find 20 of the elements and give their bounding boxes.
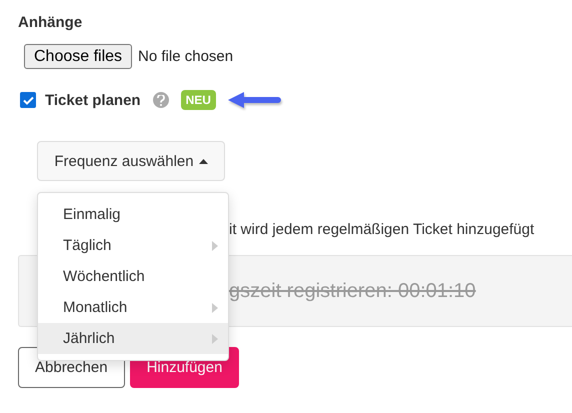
submenu-arrow-icon [212,302,218,312]
menu-item[interactable]: Täglich [38,230,228,261]
caret-icon [198,158,208,164]
checkbox[interactable] [20,92,36,108]
frequency-dropdown[interactable]: Frequenz auswählen [37,141,225,181]
info-text: it wird jedem regelmäßigen Ticket hinzugefügt [229,221,536,238]
arrow-icon [226,91,282,109]
menu-item[interactable]: Monatlich [38,292,228,323]
submenu-arrow-icon [212,240,218,250]
menu-item[interactable]: Einmalig [38,199,228,230]
checkmark-icon [22,96,34,104]
file-status: No file chosen [138,48,234,65]
menu-item[interactable]: Jährlich [38,323,228,354]
choose-files-button[interactable]: Choose files [24,44,132,69]
menu-item[interactable]: Wöchentlich [38,261,228,292]
checkbox-label: Ticket planen [45,92,141,108]
section-heading: Anhänge [18,14,84,31]
submenu-arrow-icon [212,334,218,344]
new-badge: NEU [180,90,216,110]
time-entry-text: gszeit registrieren: 00:01:10 [229,280,476,302]
